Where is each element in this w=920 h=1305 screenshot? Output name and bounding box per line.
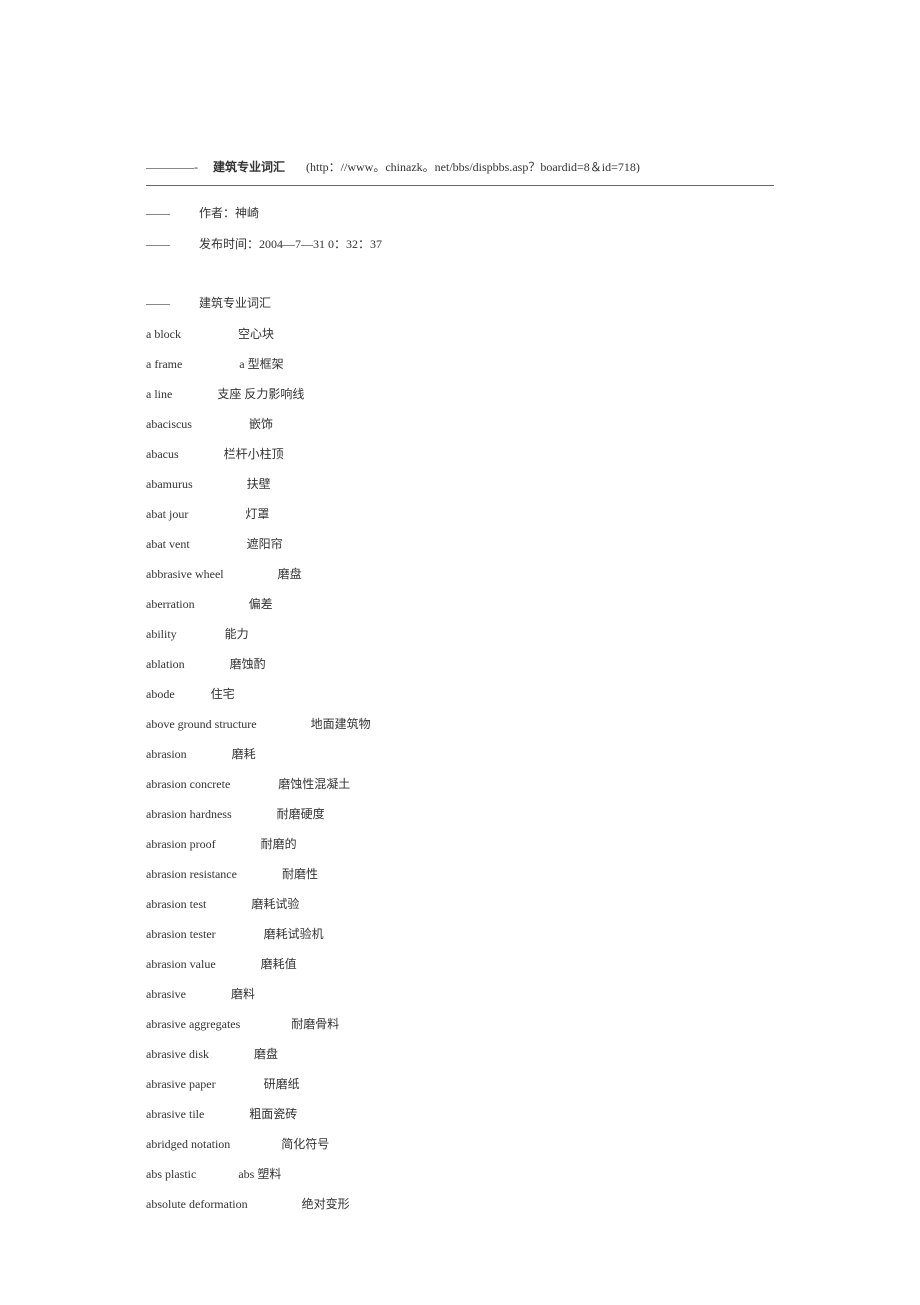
term-row: abaciscus 嵌饰 xyxy=(146,415,774,433)
term-row: abode 住宅 xyxy=(146,685,774,703)
section-dash: —— xyxy=(146,296,170,310)
term-row: abs plastic abs 塑料 xyxy=(146,1165,774,1183)
source-url: (http：//www。chinazk。net/bbs/dispbbs.asp？… xyxy=(306,160,640,174)
term-row: abrasive disk 磨盘 xyxy=(146,1045,774,1063)
term-row: abrasion 磨耗 xyxy=(146,745,774,763)
time-label: 发布时间：2004—7—31 0：32：37 xyxy=(199,237,382,251)
term-row: abridged notation 简化符号 xyxy=(146,1135,774,1153)
term-row: ablation 磨蚀酌 xyxy=(146,655,774,673)
time-dash: —— xyxy=(146,237,170,251)
author-dash: —— xyxy=(146,206,170,220)
term-row: abrasive aggregates 耐磨骨料 xyxy=(146,1015,774,1033)
author-label: 作者：神崎 xyxy=(199,206,259,220)
term-row: a frame a 型框架 xyxy=(146,355,774,373)
term-row: absolute deformation 绝对变形 xyxy=(146,1195,774,1213)
section-title-row: —— 建筑专业词汇 xyxy=(146,294,774,311)
term-row: abacus 栏杆小柱顶 xyxy=(146,445,774,463)
author-row: —— 作者：神崎 xyxy=(146,204,774,221)
term-row: aberration 偏差 xyxy=(146,595,774,613)
term-row: abrasion tester 磨耗试验机 xyxy=(146,925,774,943)
document-page: ————- 建筑专业词汇 (http：//www。chinazk。net/bbs… xyxy=(0,0,920,1305)
term-row: abrasive paper 研磨纸 xyxy=(146,1075,774,1093)
term-row: ability 能力 xyxy=(146,625,774,643)
term-row: abrasion value 磨耗值 xyxy=(146,955,774,973)
term-row: abbrasive wheel 磨盘 xyxy=(146,565,774,583)
term-row: abat jour 灯罩 xyxy=(146,505,774,523)
term-row: a line 支座 反力影响线 xyxy=(146,385,774,403)
time-row: —— 发布时间：2004—7—31 0：32：37 xyxy=(146,235,774,252)
title-row: ————- 建筑专业词汇 (http：//www。chinazk。net/bbs… xyxy=(146,158,774,175)
term-row: abat vent 遮阳帘 xyxy=(146,535,774,553)
term-row: abrasion proof 耐磨的 xyxy=(146,835,774,853)
spacer xyxy=(201,160,210,174)
term-row: abamurus 扶壁 xyxy=(146,475,774,493)
term-row: above ground structure 地面建筑物 xyxy=(146,715,774,733)
divider xyxy=(146,185,774,186)
term-row: abrasive 磨料 xyxy=(146,985,774,1003)
term-row: abrasion resistance 耐磨性 xyxy=(146,865,774,883)
section-label: 建筑专业词汇 xyxy=(199,296,271,310)
title-dash: ————- xyxy=(146,160,198,174)
term-row: abrasion concrete 磨蚀性混凝土 xyxy=(146,775,774,793)
term-row: a block 空心块 xyxy=(146,325,774,343)
page-title: 建筑专业词汇 xyxy=(213,160,285,174)
term-row: abrasive tile 粗面瓷砖 xyxy=(146,1105,774,1123)
term-row: abrasion test 磨耗试验 xyxy=(146,895,774,913)
term-row: abrasion hardness 耐磨硬度 xyxy=(146,805,774,823)
